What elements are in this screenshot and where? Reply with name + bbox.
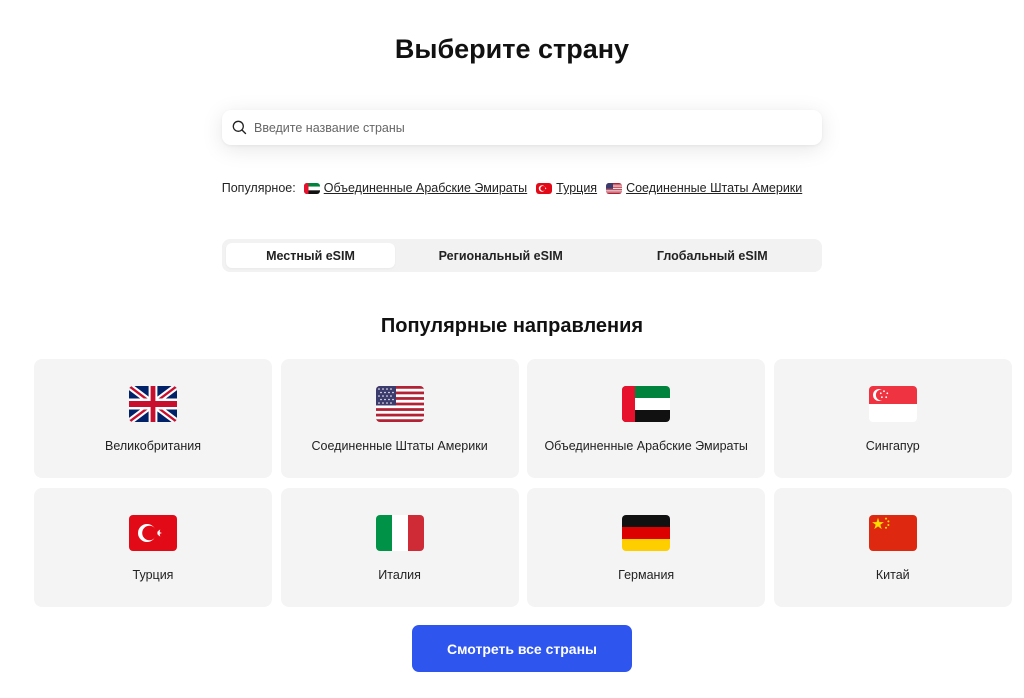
usa-flag-icon	[606, 182, 623, 194]
popular-label: Популярное:	[221, 181, 296, 195]
popular-link-label: Объединенные Арабские Эмираты	[323, 181, 528, 195]
page-title: Выберите страну	[394, 34, 630, 64]
germany-flag-icon	[622, 515, 671, 551]
destination-name: Италия	[378, 568, 421, 582]
uae-flag-icon	[303, 182, 320, 194]
destination-card-uae[interactable]: Объединенные Арабские Эмираты	[527, 359, 766, 478]
popular-link-usa[interactable]: Соединенные Штаты Америки	[606, 181, 802, 195]
turkey-flag-icon	[536, 182, 553, 194]
esim-type-tabs: Местный eSIM Региональный eSIM Глобальны…	[222, 239, 822, 272]
tab-local-esim[interactable]: Местный eSIM	[226, 243, 395, 268]
section-title: Популярные направления	[380, 315, 644, 337]
tab-global-esim[interactable]: Глобальный eSIM	[607, 243, 819, 268]
search-icon	[232, 120, 247, 135]
destination-name: Соединенные Штаты Америки	[311, 439, 488, 453]
uk-flag-icon	[129, 386, 177, 422]
popular-link-uae[interactable]: Объединенные Арабские Эмираты	[303, 181, 528, 195]
destinations-grid: Великобритания Соединенные Штаты Америки…	[34, 359, 1012, 607]
destination-card-singapore[interactable]: Сингапур	[773, 359, 1012, 478]
destination-name: Германия	[618, 568, 675, 582]
search-input[interactable]	[254, 110, 814, 145]
destination-card-uk[interactable]: Великобритания	[34, 359, 272, 478]
destination-name: Сингапур	[865, 439, 920, 453]
destination-name: Великобритания	[105, 439, 201, 453]
destination-card-usa[interactable]: Соединенные Штаты Америки	[280, 359, 519, 478]
popular-link-label: Соединенные Штаты Америки	[626, 181, 803, 195]
destination-card-germany[interactable]: Германия	[527, 488, 766, 607]
destination-card-china[interactable]: Китай	[773, 488, 1012, 607]
search-box[interactable]	[222, 110, 822, 145]
destination-name: Китай	[875, 568, 910, 582]
popular-countries: Популярное: Объединенные Арабские Эмират…	[0, 179, 1024, 197]
tab-regional-esim[interactable]: Региональный eSIM	[395, 243, 607, 268]
view-all-countries-button[interactable]: Смотреть все страны	[412, 625, 632, 672]
uae-flag-icon	[622, 386, 671, 422]
usa-flag-icon	[375, 386, 424, 422]
popular-link-label: Турция	[556, 181, 598, 195]
destination-card-italy[interactable]: Италия	[280, 488, 519, 607]
china-flag-icon	[868, 515, 917, 551]
italy-flag-icon	[375, 515, 424, 551]
singapore-flag-icon	[868, 386, 917, 422]
turkey-flag-icon	[129, 515, 177, 551]
popular-link-turkey[interactable]: Турция	[536, 181, 597, 195]
destination-name: Объединенные Арабские Эмираты	[544, 439, 748, 453]
destination-card-turkey[interactable]: Турция	[34, 488, 272, 607]
destination-name: Турция	[132, 568, 174, 582]
